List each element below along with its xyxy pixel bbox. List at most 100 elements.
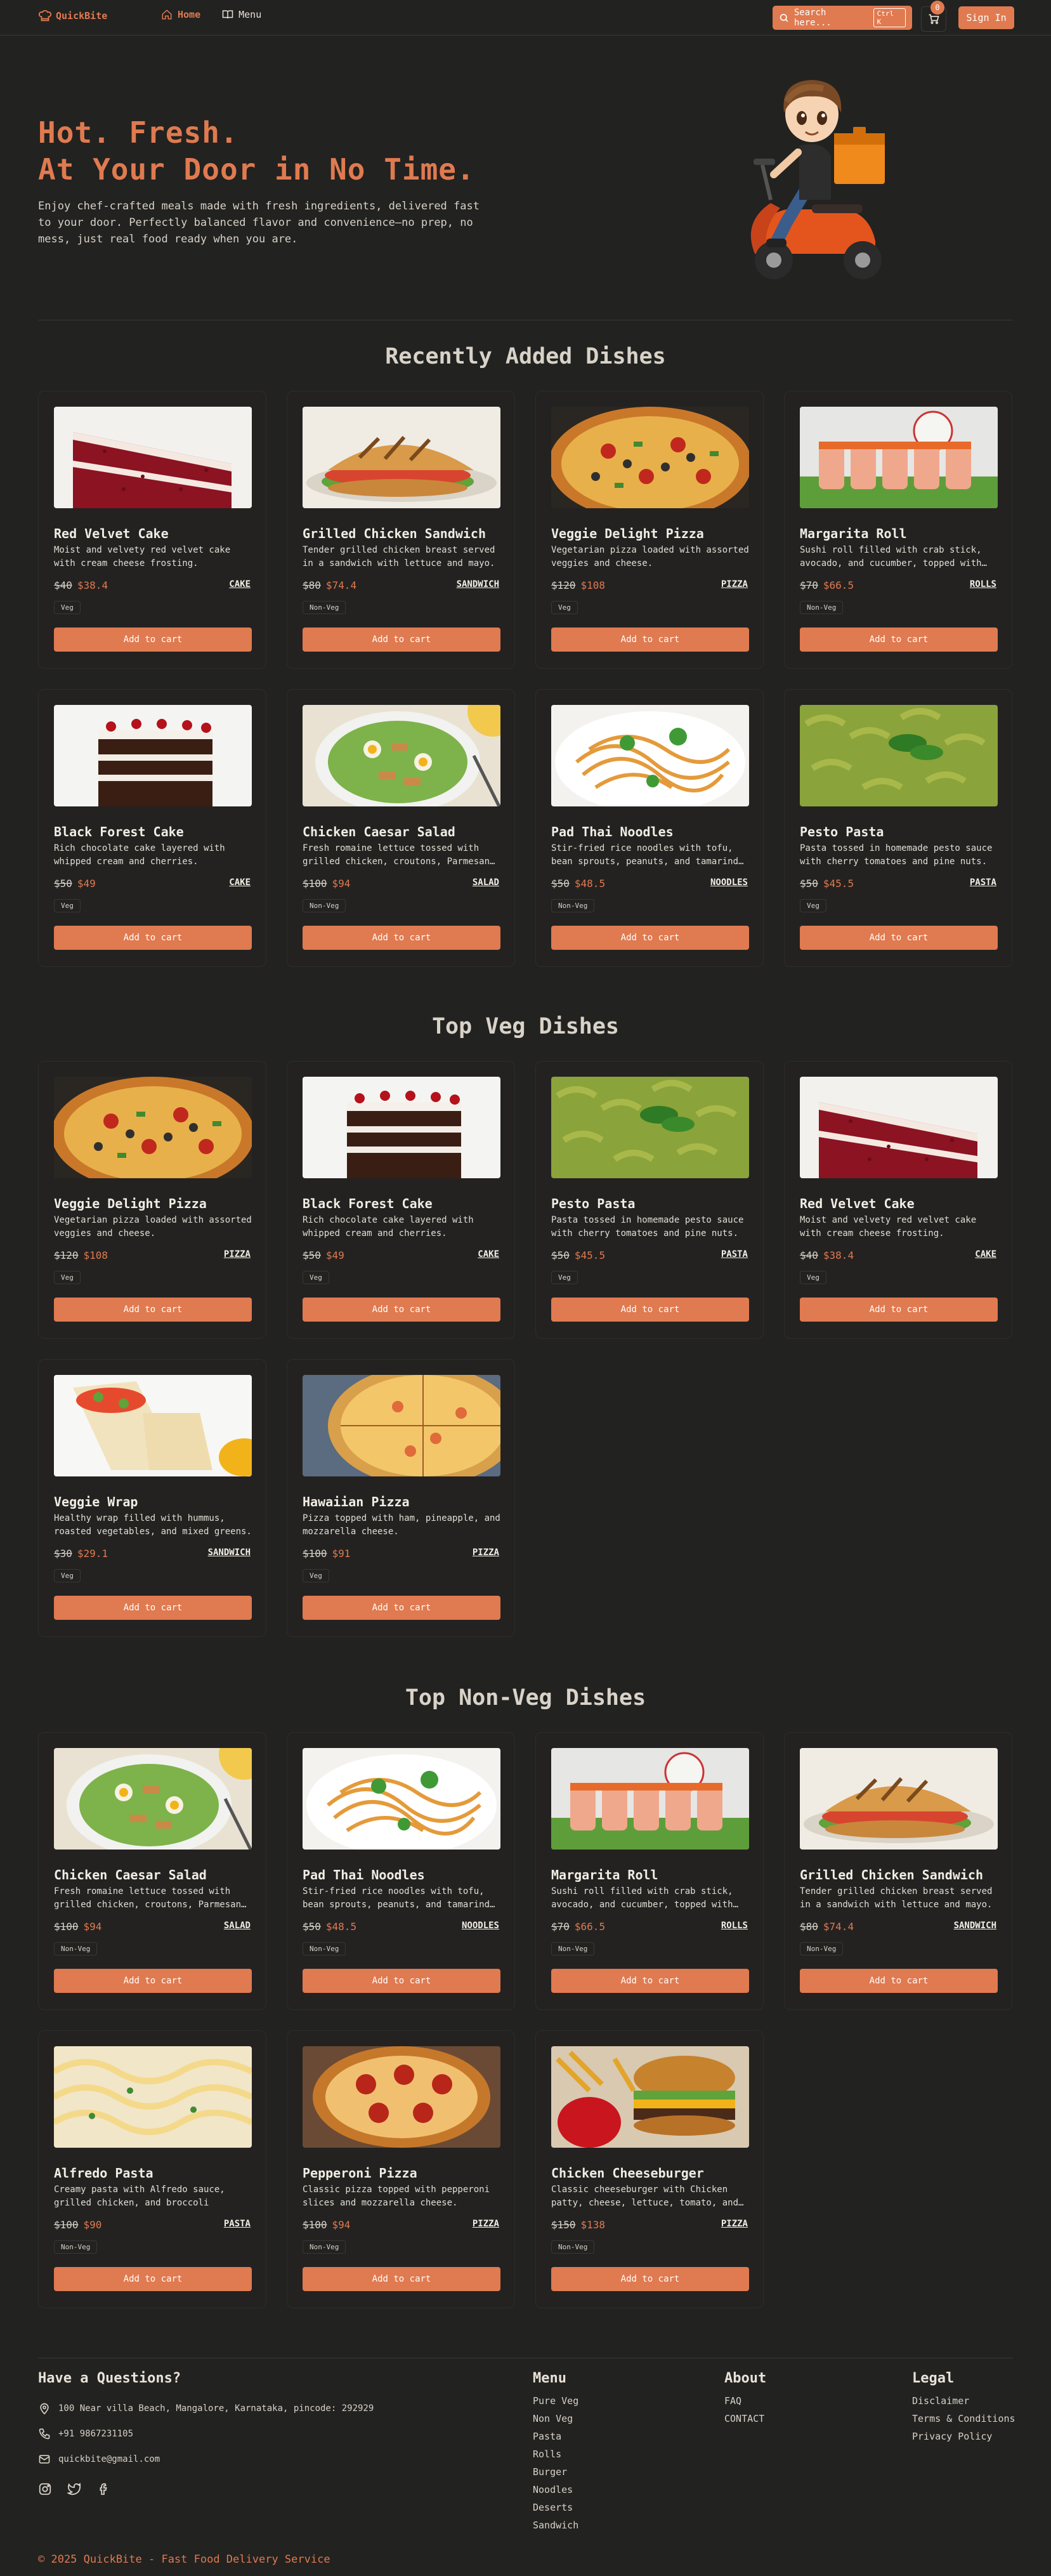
dish-card[interactable]: Grilled Chicken Sandwich Tender grilled … (287, 391, 515, 669)
add-to-cart-button[interactable]: Add to cart (551, 2267, 749, 2291)
dish-category-link[interactable]: PIZZA (721, 579, 748, 589)
dish-category-link[interactable]: SALAD (473, 877, 499, 888)
dish-card[interactable]: Pad Thai Noodles Stir-fried rice noodles… (287, 1732, 515, 2010)
dish-image[interactable] (303, 705, 500, 806)
dish-category-link[interactable]: CAKE (478, 1249, 499, 1259)
dish-card[interactable]: Chicken Cheeseburger Classic cheeseburge… (535, 2030, 764, 2308)
add-to-cart-button[interactable]: Add to cart (800, 1969, 998, 1993)
dish-category-link[interactable]: ROLLS (970, 579, 996, 589)
dish-category-link[interactable]: PIZZA (473, 1548, 499, 1558)
dish-image[interactable] (551, 1077, 749, 1178)
dish-card[interactable]: Pad Thai Noodles Stir-fried rice noodles… (535, 689, 764, 967)
add-to-cart-button[interactable]: Add to cart (54, 628, 252, 652)
add-to-cart-button[interactable]: Add to cart (54, 1969, 252, 1993)
footer-link[interactable]: Burger (533, 2463, 578, 2481)
dish-image[interactable] (54, 1375, 252, 1476)
dish-card[interactable]: Pesto Pasta Pasta tossed in homemade pes… (784, 689, 1012, 967)
footer-link[interactable]: Noodles (533, 2481, 578, 2499)
add-to-cart-button[interactable]: Add to cart (54, 2267, 252, 2291)
brand-logo[interactable]: QuickBite (38, 9, 107, 23)
dish-card[interactable]: Chicken Caesar Salad Fresh romaine lettu… (38, 1732, 266, 2010)
sign-in-button[interactable]: Sign In (958, 6, 1014, 29)
dish-card[interactable]: Margarita Roll Sushi roll filled with cr… (784, 391, 1012, 669)
nav-link-menu[interactable]: Menu (222, 9, 261, 20)
dish-category-link[interactable]: SALAD (224, 1921, 251, 1931)
dish-image[interactable] (54, 407, 252, 508)
dish-image[interactable] (303, 1077, 500, 1178)
footer-link[interactable]: Pasta (533, 2428, 578, 2445)
dish-image[interactable] (800, 407, 998, 508)
dish-card[interactable]: Veggie Wrap Healthy wrap filled with hum… (38, 1359, 266, 1637)
dish-image[interactable] (551, 2046, 749, 2148)
dish-category-link[interactable]: SANDWICH (208, 1548, 251, 1558)
dish-image[interactable] (54, 705, 252, 806)
facebook-icon[interactable] (96, 2482, 110, 2496)
dish-image[interactable] (54, 2046, 252, 2148)
dish-card[interactable]: Veggie Delight Pizza Vegetarian pizza lo… (38, 1061, 266, 1339)
dish-image[interactable] (303, 2046, 500, 2148)
dish-category-link[interactable]: PIZZA (721, 2219, 748, 2229)
footer-email[interactable]: quickbite@gmail.com (38, 2453, 160, 2466)
dish-image[interactable] (54, 1077, 252, 1178)
footer-link[interactable]: Disclaimer (912, 2392, 1015, 2410)
footer-link[interactable]: Privacy Policy (912, 2428, 1015, 2445)
add-to-cart-button[interactable]: Add to cart (800, 628, 998, 652)
dish-category-link[interactable]: SANDWICH (457, 579, 499, 589)
add-to-cart-button[interactable]: Add to cart (54, 1298, 252, 1322)
add-to-cart-button[interactable]: Add to cart (551, 926, 749, 950)
footer-link[interactable]: Sandwich (533, 2516, 578, 2534)
dish-card[interactable]: Black Forest Cake Rich chocolate cake la… (287, 1061, 515, 1339)
add-to-cart-button[interactable]: Add to cart (54, 926, 252, 950)
dish-category-link[interactable]: PASTA (224, 2219, 251, 2229)
footer-link[interactable]: Pure Veg (533, 2392, 578, 2410)
dish-image[interactable] (800, 1748, 998, 1850)
add-to-cart-button[interactable]: Add to cart (800, 1298, 998, 1322)
dish-image[interactable] (800, 705, 998, 806)
dish-image[interactable] (551, 407, 749, 508)
dish-card[interactable]: Red Velvet Cake Moist and velvety red ve… (38, 391, 266, 669)
dish-card[interactable]: Black Forest Cake Rich chocolate cake la… (38, 689, 266, 967)
dish-image[interactable] (303, 1375, 500, 1476)
nav-link-home[interactable]: Home (161, 9, 200, 20)
dish-card[interactable]: Margarita Roll Sushi roll filled with cr… (535, 1732, 764, 2010)
dish-category-link[interactable]: CAKE (229, 877, 251, 888)
twitter-icon[interactable] (67, 2482, 81, 2496)
dish-category-link[interactable]: NOODLES (710, 877, 748, 888)
add-to-cart-button[interactable]: Add to cart (303, 1969, 500, 1993)
dish-image[interactable] (54, 1748, 252, 1850)
add-to-cart-button[interactable]: Add to cart (551, 628, 749, 652)
search-button[interactable]: Search here... Ctrl K (773, 6, 912, 30)
add-to-cart-button[interactable]: Add to cart (303, 2267, 500, 2291)
footer-link[interactable]: Non Veg (533, 2410, 578, 2428)
dish-category-link[interactable]: SANDWICH (954, 1921, 996, 1931)
dish-image[interactable] (800, 1077, 998, 1178)
add-to-cart-button[interactable]: Add to cart (54, 1596, 252, 1620)
dish-category-link[interactable]: PIZZA (473, 2219, 499, 2229)
dish-category-link[interactable]: PIZZA (224, 1249, 251, 1259)
dish-category-link[interactable]: CAKE (975, 1249, 996, 1259)
add-to-cart-button[interactable]: Add to cart (551, 1969, 749, 1993)
dish-category-link[interactable]: ROLLS (721, 1921, 748, 1931)
dish-card[interactable]: Hawaiian Pizza Pizza topped with ham, pi… (287, 1359, 515, 1637)
dish-card[interactable]: Chicken Caesar Salad Fresh romaine lettu… (287, 689, 515, 967)
footer-link[interactable]: Deserts (533, 2499, 578, 2516)
dish-card[interactable]: Veggie Delight Pizza Vegetarian pizza lo… (535, 391, 764, 669)
dish-image[interactable] (551, 1748, 749, 1850)
instagram-icon[interactable] (38, 2482, 52, 2496)
footer-phone[interactable]: +91 9867231105 (38, 2428, 133, 2440)
dish-category-link[interactable]: NOODLES (462, 1921, 499, 1931)
footer-link[interactable]: Rolls (533, 2445, 578, 2463)
dish-card[interactable]: Grilled Chicken Sandwich Tender grilled … (784, 1732, 1012, 2010)
footer-link[interactable]: CONTACT (724, 2410, 764, 2428)
dish-card[interactable]: Pesto Pasta Pasta tossed in homemade pes… (535, 1061, 764, 1339)
add-to-cart-button[interactable]: Add to cart (303, 926, 500, 950)
dish-category-link[interactable]: PASTA (970, 877, 996, 888)
footer-link[interactable]: Terms & Conditions (912, 2410, 1015, 2428)
dish-image[interactable] (303, 1748, 500, 1850)
cart-button[interactable]: 0 (921, 1, 946, 32)
dish-card[interactable]: Pepperoni Pizza Classic pizza topped wit… (287, 2030, 515, 2308)
add-to-cart-button[interactable]: Add to cart (303, 628, 500, 652)
footer-link[interactable]: FAQ (724, 2392, 764, 2410)
dish-card[interactable]: Alfredo Pasta Creamy pasta with Alfredo … (38, 2030, 266, 2308)
dish-category-link[interactable]: CAKE (229, 579, 251, 589)
